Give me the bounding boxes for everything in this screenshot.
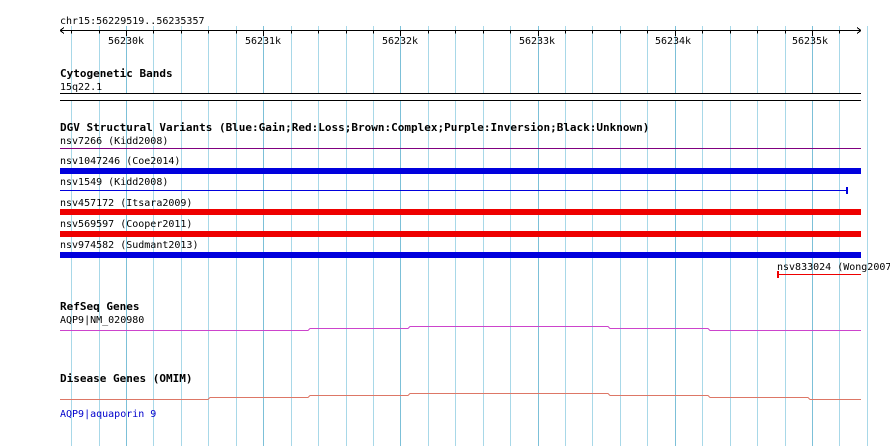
omim-track-title: Disease Genes (OMIM) — [60, 372, 193, 385]
variant-bar-nsv7266[interactable] — [60, 148, 861, 149]
refseq-track-title: RefSeq Genes — [60, 300, 140, 313]
ruler-tick-label: 56234k — [654, 36, 692, 47]
ruler-tick-label: 56235k — [791, 36, 829, 47]
locus-label: chr15:56229519..56235357 — [60, 16, 205, 27]
ruler-tick-label: 56231k — [244, 36, 282, 47]
ruler-tick-label: 56230k — [107, 36, 145, 47]
omim-gene-link[interactable]: AQP9|aquaporin 9 — [60, 409, 156, 420]
cytoband-label[interactable]: 15q22.1 — [60, 82, 102, 93]
refseq-gene-glyph[interactable] — [0, 320, 890, 336]
variant-end-marker — [846, 187, 848, 194]
variant-bar-nsv1047246[interactable] — [60, 168, 861, 174]
variant-label-nsv1549[interactable]: nsv1549 (Kidd2008) — [60, 177, 168, 188]
variant-bar-nsv457172[interactable] — [60, 209, 861, 215]
ruler-tick-label: 56233k — [518, 36, 556, 47]
cytoband-track-title: Cytogenetic Bands — [60, 67, 173, 80]
variant-bar-nsv974582[interactable] — [60, 252, 861, 258]
variant-bar-nsv1549[interactable] — [60, 190, 847, 191]
variant-bar-nsv833024[interactable] — [777, 274, 861, 275]
cytoband-glyph[interactable] — [60, 93, 861, 101]
variant-bar-nsv569597[interactable] — [60, 231, 861, 237]
variant-label-nsv569597[interactable]: nsv569597 (Cooper2011) — [60, 219, 192, 230]
variant-label-nsv974582[interactable]: nsv974582 (Sudmant2013) — [60, 240, 198, 251]
genome-browser-view: chr15:56229519..56235357 56230k 56231k 5… — [0, 0, 890, 446]
variant-start-marker — [777, 271, 779, 278]
variant-label-nsv1047246[interactable]: nsv1047246 (Coe2014) — [60, 156, 180, 167]
variant-label-nsv457172[interactable]: nsv457172 (Itsara2009) — [60, 198, 192, 209]
variant-label-nsv7266[interactable]: nsv7266 (Kidd2008) — [60, 136, 168, 147]
ruler-tick-label: 56232k — [381, 36, 419, 47]
dgv-track-title: DGV Structural Variants (Blue:Gain;Red:L… — [60, 121, 650, 134]
variant-label-nsv833024[interactable]: nsv833024 (Wong2007 — [777, 262, 890, 273]
omim-gene-glyph[interactable] — [0, 390, 890, 406]
